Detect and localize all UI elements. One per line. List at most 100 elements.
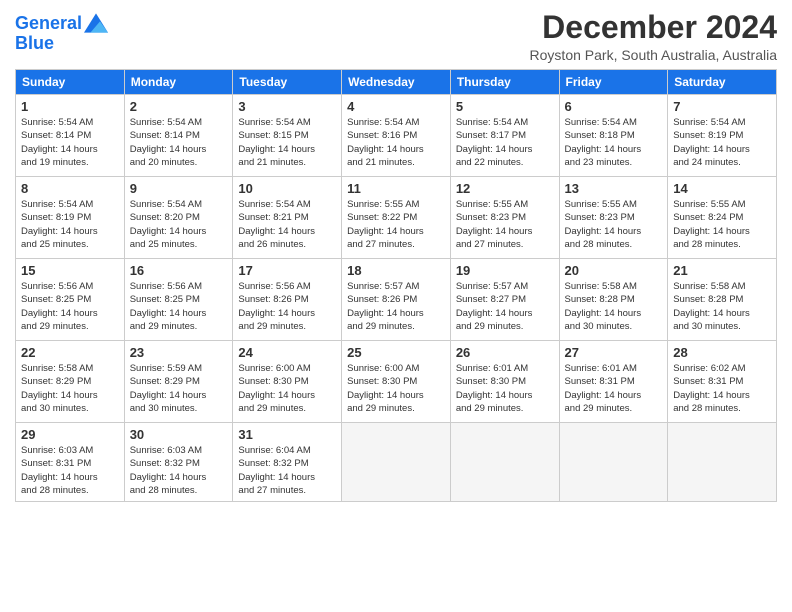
day-info: Sunrise: 5:54 AM Sunset: 8:17 PM Dayligh…: [456, 116, 554, 169]
table-row: 19 Sunrise: 5:57 AM Sunset: 8:27 PM Dayli…: [450, 259, 559, 341]
table-row: 12Sunrise: 5:55 AM Sunset: 8:23 PM Dayli…: [450, 177, 559, 259]
table-row: 18 Sunrise: 5:57 AM Sunset: 8:26 PM Dayli…: [342, 259, 451, 341]
table-row: 20 Sunrise: 5:58 AM Sunset: 8:28 PM Dayli…: [559, 259, 668, 341]
day-info: Sunrise: 5:58 AM Sunset: 8:28 PM Dayligh…: [673, 280, 771, 333]
day-number: 6: [565, 99, 663, 114]
table-row: [559, 423, 668, 502]
table-row: 22 Sunrise: 5:58 AM Sunset: 8:29 PM Dayli…: [16, 341, 125, 423]
table-row: 28 Sunrise: 6:02 AM Sunset: 8:31 PM Dayli…: [668, 341, 777, 423]
header-wednesday: Wednesday: [342, 70, 451, 95]
table-row: 29 Sunrise: 6:03 AM Sunset: 8:31 PM Dayli…: [16, 423, 125, 502]
table-row: [668, 423, 777, 502]
day-number: 10: [238, 181, 336, 196]
header-sunday: Sunday: [16, 70, 125, 95]
location-subtitle: Royston Park, South Australia, Australia: [530, 47, 777, 63]
day-info: Sunrise: 5:54 AM Sunset: 8:20 PM Dayligh…: [130, 198, 228, 251]
table-row: 2 Sunrise: 5:54 AM Sunset: 8:14 PM Daylig…: [124, 95, 233, 177]
day-info: Sunrise: 5:58 AM Sunset: 8:28 PM Dayligh…: [565, 280, 663, 333]
day-info: Sunrise: 6:01 AM Sunset: 8:31 PM Dayligh…: [565, 362, 663, 415]
table-row: 5 Sunrise: 5:54 AM Sunset: 8:17 PM Daylig…: [450, 95, 559, 177]
day-info: Sunrise: 5:57 AM Sunset: 8:26 PM Dayligh…: [347, 280, 445, 333]
table-row: 3 Sunrise: 5:54 AM Sunset: 8:15 PM Daylig…: [233, 95, 342, 177]
day-info: Sunrise: 5:54 AM Sunset: 8:14 PM Dayligh…: [130, 116, 228, 169]
day-number: 19: [456, 263, 554, 278]
day-number: 5: [456, 99, 554, 114]
day-info: Sunrise: 5:54 AM Sunset: 8:16 PM Dayligh…: [347, 116, 445, 169]
calendar-table: SundayMondayTuesdayWednesdayThursdayFrid…: [15, 69, 777, 502]
table-row: 21 Sunrise: 5:58 AM Sunset: 8:28 PM Dayli…: [668, 259, 777, 341]
header-tuesday: Tuesday: [233, 70, 342, 95]
day-info: Sunrise: 5:55 AM Sunset: 8:23 PM Dayligh…: [565, 198, 663, 251]
logo-icon: [84, 13, 108, 33]
day-number: 22: [21, 345, 119, 360]
day-number: 26: [456, 345, 554, 360]
table-row: 6 Sunrise: 5:54 AM Sunset: 8:18 PM Daylig…: [559, 95, 668, 177]
day-number: 9: [130, 181, 228, 196]
table-row: 8 Sunrise: 5:54 AM Sunset: 8:19 PM Daylig…: [16, 177, 125, 259]
day-number: 20: [565, 263, 663, 278]
day-info: Sunrise: 5:55 AM Sunset: 8:23 PM Dayligh…: [456, 198, 554, 251]
day-number: 18: [347, 263, 445, 278]
table-row: 11 Sunrise: 5:55 AM Sunset: 8:22 PM Dayli…: [342, 177, 451, 259]
table-row: 25Sunrise: 6:00 AM Sunset: 8:30 PM Dayli…: [342, 341, 451, 423]
day-number: 29: [21, 427, 119, 442]
day-info: Sunrise: 5:58 AM Sunset: 8:29 PM Dayligh…: [21, 362, 119, 415]
table-row: 4 Sunrise: 5:54 AM Sunset: 8:16 PM Daylig…: [342, 95, 451, 177]
day-number: 11: [347, 181, 445, 196]
day-info: Sunrise: 5:54 AM Sunset: 8:18 PM Dayligh…: [565, 116, 663, 169]
table-row: 9 Sunrise: 5:54 AM Sunset: 8:20 PM Daylig…: [124, 177, 233, 259]
day-info: Sunrise: 5:55 AM Sunset: 8:22 PM Dayligh…: [347, 198, 445, 251]
day-number: 24: [238, 345, 336, 360]
day-info: Sunrise: 5:54 AM Sunset: 8:19 PM Dayligh…: [673, 116, 771, 169]
day-number: 14: [673, 181, 771, 196]
day-number: 3: [238, 99, 336, 114]
logo-text: General: [15, 14, 82, 34]
day-number: 13: [565, 181, 663, 196]
title-section: December 2024 Royston Park, South Austra…: [530, 10, 777, 63]
table-row: 30Sunrise: 6:03 AM Sunset: 8:32 PM Dayli…: [124, 423, 233, 502]
day-info: Sunrise: 5:56 AM Sunset: 8:26 PM Dayligh…: [238, 280, 336, 333]
table-row: 14Sunrise: 5:55 AM Sunset: 8:24 PM Dayli…: [668, 177, 777, 259]
table-row: 26 Sunrise: 6:01 AM Sunset: 8:30 PM Dayli…: [450, 341, 559, 423]
header-thursday: Thursday: [450, 70, 559, 95]
table-row: 24 Sunrise: 6:00 AM Sunset: 8:30 PM Dayli…: [233, 341, 342, 423]
day-number: 31: [238, 427, 336, 442]
day-info: Sunrise: 5:57 AM Sunset: 8:27 PM Dayligh…: [456, 280, 554, 333]
day-info: Sunrise: 6:00 AM Sunset: 8:30 PM Dayligh…: [238, 362, 336, 415]
day-number: 17: [238, 263, 336, 278]
table-row: 16Sunrise: 5:56 AM Sunset: 8:25 PM Dayli…: [124, 259, 233, 341]
table-row: 23Sunrise: 5:59 AM Sunset: 8:29 PM Dayli…: [124, 341, 233, 423]
day-number: 21: [673, 263, 771, 278]
day-info: Sunrise: 6:03 AM Sunset: 8:31 PM Dayligh…: [21, 444, 119, 497]
month-title: December 2024: [530, 10, 777, 45]
day-info: Sunrise: 6:00 AM Sunset: 8:30 PM Dayligh…: [347, 362, 445, 415]
logo-text2: Blue: [15, 34, 108, 54]
day-number: 8: [21, 181, 119, 196]
day-info: Sunrise: 6:04 AM Sunset: 8:32 PM Dayligh…: [238, 444, 336, 497]
table-row: [342, 423, 451, 502]
day-number: 7: [673, 99, 771, 114]
day-number: 15: [21, 263, 119, 278]
day-info: Sunrise: 5:54 AM Sunset: 8:14 PM Dayligh…: [21, 116, 119, 169]
day-number: 1: [21, 99, 119, 114]
day-info: Sunrise: 5:54 AM Sunset: 8:19 PM Dayligh…: [21, 198, 119, 251]
table-row: 31 Sunrise: 6:04 AM Sunset: 8:32 PM Dayli…: [233, 423, 342, 502]
day-number: 2: [130, 99, 228, 114]
day-info: Sunrise: 5:54 AM Sunset: 8:21 PM Dayligh…: [238, 198, 336, 251]
day-info: Sunrise: 5:54 AM Sunset: 8:15 PM Dayligh…: [238, 116, 336, 169]
day-number: 28: [673, 345, 771, 360]
table-row: 13 Sunrise: 5:55 AM Sunset: 8:23 PM Dayli…: [559, 177, 668, 259]
header-monday: Monday: [124, 70, 233, 95]
header-friday: Friday: [559, 70, 668, 95]
calendar-header-row: SundayMondayTuesdayWednesdayThursdayFrid…: [16, 70, 777, 95]
header-saturday: Saturday: [668, 70, 777, 95]
day-info: Sunrise: 6:01 AM Sunset: 8:30 PM Dayligh…: [456, 362, 554, 415]
logo: General Blue: [15, 14, 108, 54]
table-row: 27Sunrise: 6:01 AM Sunset: 8:31 PM Dayli…: [559, 341, 668, 423]
day-info: Sunrise: 6:02 AM Sunset: 8:31 PM Dayligh…: [673, 362, 771, 415]
table-row: 10 Sunrise: 5:54 AM Sunset: 8:21 PM Dayli…: [233, 177, 342, 259]
day-number: 4: [347, 99, 445, 114]
day-number: 23: [130, 345, 228, 360]
table-row: 1 Sunrise: 5:54 AM Sunset: 8:14 PM Daylig…: [16, 95, 125, 177]
day-info: Sunrise: 5:56 AM Sunset: 8:25 PM Dayligh…: [130, 280, 228, 333]
